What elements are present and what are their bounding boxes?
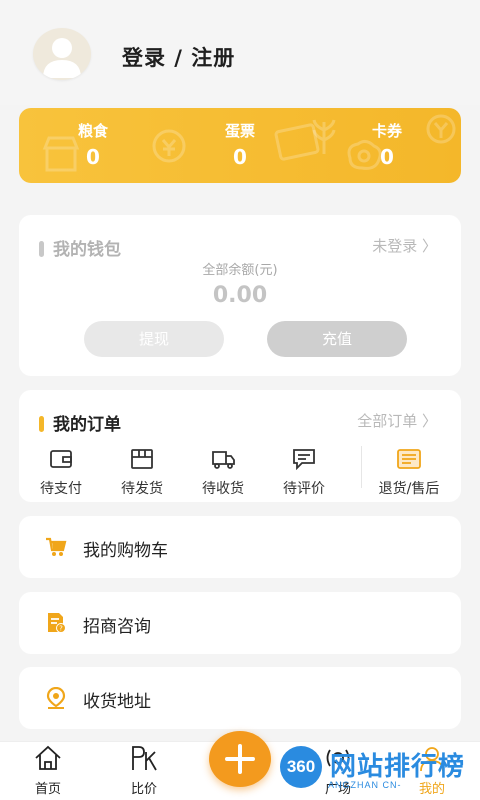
comment-icon: [293, 449, 315, 471]
tab-label: 比价: [130, 782, 157, 797]
stat-grain[interactable]: 粮食 0: [43, 120, 143, 169]
coin-deco-icon: [152, 129, 186, 163]
box-icon: [131, 449, 153, 469]
balance-label: 全部余额(元): [202, 263, 278, 278]
wallet-title-text: 我的钱包: [53, 240, 121, 260]
order-item-label: 待发货: [121, 481, 163, 497]
order-refund-aftersale[interactable]: 退货/售后: [369, 448, 449, 498]
wheat-deco-icon: [312, 119, 336, 154]
recharge-button[interactable]: 充值: [267, 321, 407, 357]
stat-value: 0: [233, 145, 247, 169]
menu-label: 收货地址: [83, 692, 151, 712]
wallet-login-status[interactable]: 未登录 〉: [372, 235, 437, 256]
stat-value: 0: [86, 145, 100, 169]
orders-title: 我的订单: [39, 410, 121, 435]
publish-fab-button[interactable]: [209, 731, 271, 787]
order-pending-payment[interactable]: 待支付: [21, 448, 101, 498]
menu-label: 招商咨询: [83, 617, 151, 637]
stat-label: 粮食: [77, 122, 108, 140]
watermark-logo: 360: [280, 746, 322, 788]
order-pending-review[interactable]: 待评价: [264, 448, 344, 498]
menu-shipping-address[interactable]: 收货地址: [19, 667, 461, 729]
cart-icon: [46, 537, 67, 556]
wallet-card: 我的钱包 未登录 〉 全部余额(元) 0.00 提现 充值: [19, 215, 461, 376]
plus-icon: [225, 744, 255, 774]
title-accent-bar: [39, 241, 44, 257]
order-divider: [361, 446, 362, 488]
user-avatar-icon: [43, 38, 81, 78]
tab-compare[interactable]: 比价: [104, 742, 184, 797]
title-accent-bar: [39, 416, 44, 432]
watermark: 360 网站排行榜 ANGZHAN CN-: [280, 740, 480, 800]
wallet-icon: [50, 450, 72, 468]
stats-card: 粮食 0 蛋票 0 卡券 0: [19, 108, 461, 183]
withdraw-button[interactable]: 提现: [84, 321, 224, 357]
profile-header: 登录 / 注册: [0, 0, 480, 105]
order-pending-shipment[interactable]: 待发货: [102, 448, 182, 498]
truck-icon: [212, 451, 235, 469]
order-item-label: 待评价: [283, 481, 325, 497]
watermark-subtext: ANGZHAN CN-: [328, 780, 402, 790]
menu-label: 我的购物车: [83, 541, 168, 561]
orders-title-text: 我的订单: [53, 415, 121, 435]
balance-value: 0.00: [212, 283, 268, 308]
menu-investment-consult[interactable]: ? 招商咨询: [19, 592, 461, 654]
home-icon: [35, 745, 61, 770]
stat-egg-ticket[interactable]: 蛋票 0: [190, 120, 290, 169]
svg-text:?: ?: [59, 625, 63, 633]
order-pending-receipt[interactable]: 待收货: [183, 448, 263, 498]
login-register-link[interactable]: 登录 / 注册: [122, 42, 235, 72]
pk-icon: [132, 746, 157, 771]
stat-value: 0: [380, 145, 394, 169]
watermark-text: 网站排行榜: [330, 752, 466, 782]
refund-icon: [397, 449, 421, 469]
order-item-label: 待支付: [40, 481, 82, 497]
all-orders-link[interactable]: 全部订单 〉: [357, 410, 437, 431]
tab-home[interactable]: 首页: [8, 742, 88, 797]
document-icon: ?: [48, 613, 66, 633]
stat-label: 卡券: [371, 122, 402, 140]
wallet-title: 我的钱包: [39, 235, 121, 260]
menu-shopping-cart[interactable]: 我的购物车: [19, 516, 461, 578]
order-item-label: 待收货: [202, 481, 244, 497]
stat-label: 蛋票: [224, 122, 255, 140]
avatar[interactable]: [33, 28, 91, 80]
tab-label: 首页: [34, 782, 61, 797]
orders-card: 我的订单 全部订单 〉 待支付 待发货 待收货 待评价 退货/售后: [19, 390, 461, 502]
location-icon: [46, 687, 66, 709]
order-item-label: 退货/售后: [378, 481, 440, 497]
stat-coupon[interactable]: 卡券 0: [337, 120, 437, 169]
